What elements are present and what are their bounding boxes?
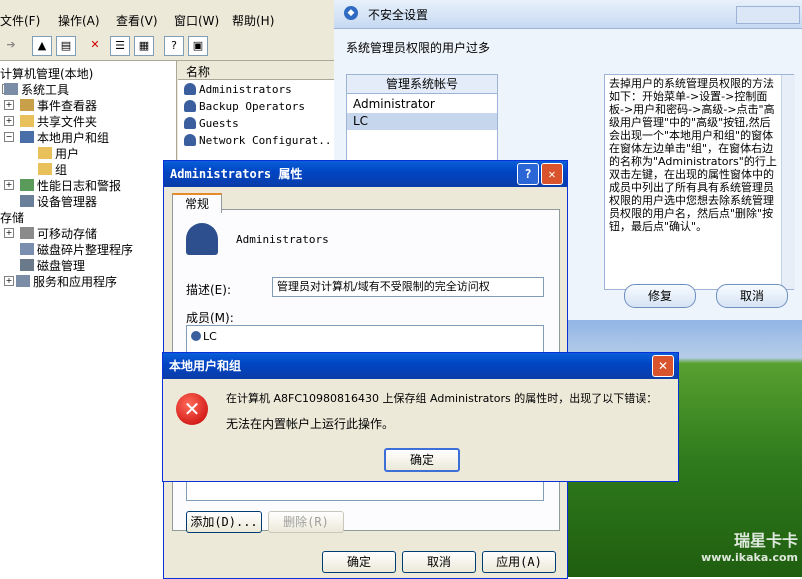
list-item[interactable]: LC	[191, 328, 217, 346]
system-tools-icon	[4, 83, 18, 95]
close-icon[interactable]: ✕	[652, 355, 674, 377]
table-header: 管理系统帐号	[347, 75, 497, 94]
services-icon	[16, 275, 30, 287]
tree-node-groups[interactable]: 组	[38, 161, 67, 178]
defragmenter-icon	[20, 243, 34, 255]
remove-button[interactable]: 删除(R)	[268, 511, 344, 533]
menu-file[interactable]: 文件(F)	[0, 12, 40, 29]
tree-node-storage[interactable]: 存储	[0, 209, 24, 226]
folder-icon	[38, 163, 52, 175]
group-icon	[184, 117, 196, 129]
error-dialog: 本地用户和组 ✕ ✕ 在计算机 A8FC10980816430 上保存组 Adm…	[162, 352, 679, 482]
device-manager-icon	[20, 195, 34, 207]
watermark-url: www.ikaka.com	[701, 551, 798, 564]
help-scrollbar[interactable]	[781, 75, 795, 289]
window-controls[interactable]	[736, 6, 800, 24]
user-icon	[191, 331, 201, 341]
menu-help[interactable]: 帮助(H)	[232, 12, 274, 29]
error-icon: ✕	[176, 393, 208, 425]
table-row[interactable]: Administrator	[347, 96, 497, 113]
tree-node-shared-folders[interactable]: 共享文件夹	[20, 113, 97, 130]
tree-node-services-apps[interactable]: 服务和应用程序	[4, 273, 117, 290]
performance-icon	[20, 179, 34, 191]
tree-node-removable-storage[interactable]: 可移动存储	[20, 225, 97, 242]
menu-action[interactable]: 操作(A)	[58, 12, 100, 29]
table-row[interactable]: LC	[347, 113, 497, 130]
group-icon	[184, 83, 196, 95]
watermark-logo-text: 瑞星卡卡	[733, 531, 798, 550]
expand-icon[interactable]: +	[4, 180, 14, 190]
dialog-title: 本地用户和组	[169, 359, 242, 373]
description-label: 描述(E):	[186, 283, 231, 297]
properties-icon[interactable]: ☰	[110, 36, 130, 56]
cancel-button[interactable]: 取消	[402, 551, 476, 573]
members-label: 成员(M):	[186, 311, 234, 325]
tree-node-device-manager[interactable]: 设备管理器	[20, 193, 97, 210]
tree-node-event-viewer[interactable]: 事件查看器	[20, 97, 97, 114]
list-item[interactable]: Administrators	[184, 83, 292, 96]
unsafe-heading: 系统管理员权限的用户过多	[346, 41, 491, 55]
unsafe-title-bar: ◆ 不安全设置	[334, 0, 802, 29]
apply-button[interactable]: 应用(A)	[482, 551, 556, 573]
list-column-header[interactable]: 名称	[178, 61, 336, 80]
group-name: Administrators	[236, 233, 329, 246]
tree-node-defragmenter[interactable]: 磁盘碎片整理程序	[20, 241, 133, 258]
list-item[interactable]: Backup Operators	[184, 100, 305, 113]
help-icon[interactable]: ?	[164, 36, 184, 56]
tab-general[interactable]: 常规	[172, 193, 222, 213]
group-icon	[184, 100, 196, 112]
error-detail: 无法在内置帐户上运行此操作。	[226, 417, 395, 431]
help-instructions: 去掉用户的系统管理员权限的方法如下：开始菜单->设置->控制面板->用户和密码-…	[604, 74, 794, 290]
event-viewer-icon	[20, 99, 34, 111]
tree-node-root[interactable]: 计算机管理(本地)	[0, 65, 93, 82]
watermark: 瑞星卡卡 www.ikaka.com	[680, 527, 798, 573]
forward-arrow-icon[interactable]: ➔	[2, 36, 20, 54]
shield-icon: ◆	[344, 6, 358, 20]
show-hide-tree-icon[interactable]: ▤	[56, 36, 76, 56]
repair-button[interactable]: 修复	[624, 284, 696, 308]
menu-view[interactable]: 查看(V)	[116, 12, 158, 29]
tree-node-performance-logs[interactable]: 性能日志和警报	[20, 177, 121, 194]
error-title-bar: 本地用户和组 ✕	[163, 353, 678, 379]
error-message: 在计算机 A8FC10980816430 上保存组 Administrators…	[226, 392, 658, 405]
menu-window[interactable]: 窗口(W)	[174, 12, 219, 29]
expand-icon[interactable]: +	[4, 228, 14, 238]
shared-folder-icon	[20, 115, 34, 127]
console-tree: 计算机管理(本地) − 系统工具 + 事件查看器 + 共享文件夹 − 本地用户和…	[0, 61, 177, 577]
group-icon	[184, 134, 196, 146]
removable-storage-icon	[20, 227, 34, 239]
list-item[interactable]: Guests	[184, 117, 239, 130]
delete-icon[interactable]: ✕	[86, 36, 104, 54]
tree-node-disk-management[interactable]: 磁盘管理	[20, 257, 85, 274]
list-item[interactable]: Network Configurat...	[184, 134, 338, 147]
tree-node-system-tools[interactable]: 系统工具	[4, 81, 69, 98]
add-button[interactable]: 添加(D)...	[186, 511, 262, 533]
collapse-icon[interactable]: −	[4, 132, 14, 142]
dialog-title: Administrators 属性	[170, 167, 303, 181]
expand-icon[interactable]: +	[4, 116, 14, 126]
show-action-pane-icon[interactable]: ▣	[188, 36, 208, 56]
tree-node-local-users-groups[interactable]: 本地用户和组	[20, 129, 109, 146]
tree-node-users[interactable]: 用户	[38, 145, 79, 162]
help-icon[interactable]: ?	[517, 163, 539, 185]
export-list-icon[interactable]: ▦	[134, 36, 154, 56]
props-title-bar: Administrators 属性 ? ✕	[164, 161, 567, 187]
cancel-button[interactable]: 取消	[716, 284, 788, 308]
description-field[interactable]: 管理员对计算机/域有不受限制的完全访问权	[272, 277, 544, 297]
expand-icon[interactable]: +	[4, 100, 14, 110]
menu-bar: 文件(F) 操作(A) 查看(V) 窗口(W) 帮助(H)	[0, 8, 336, 30]
group-icon	[186, 223, 218, 255]
close-icon[interactable]: ✕	[541, 163, 563, 185]
window-title: 不安全设置	[368, 8, 429, 22]
toolbar: ➔ ▲ ▤ ✕ ☰ ▦ ? ▣	[0, 30, 336, 61]
up-folder-icon[interactable]: ▲	[32, 36, 52, 56]
ok-button[interactable]: 确定	[384, 448, 460, 472]
folder-icon	[38, 147, 52, 159]
users-groups-icon	[20, 131, 34, 143]
ok-button[interactable]: 确定	[322, 551, 396, 573]
disk-management-icon	[20, 259, 34, 271]
